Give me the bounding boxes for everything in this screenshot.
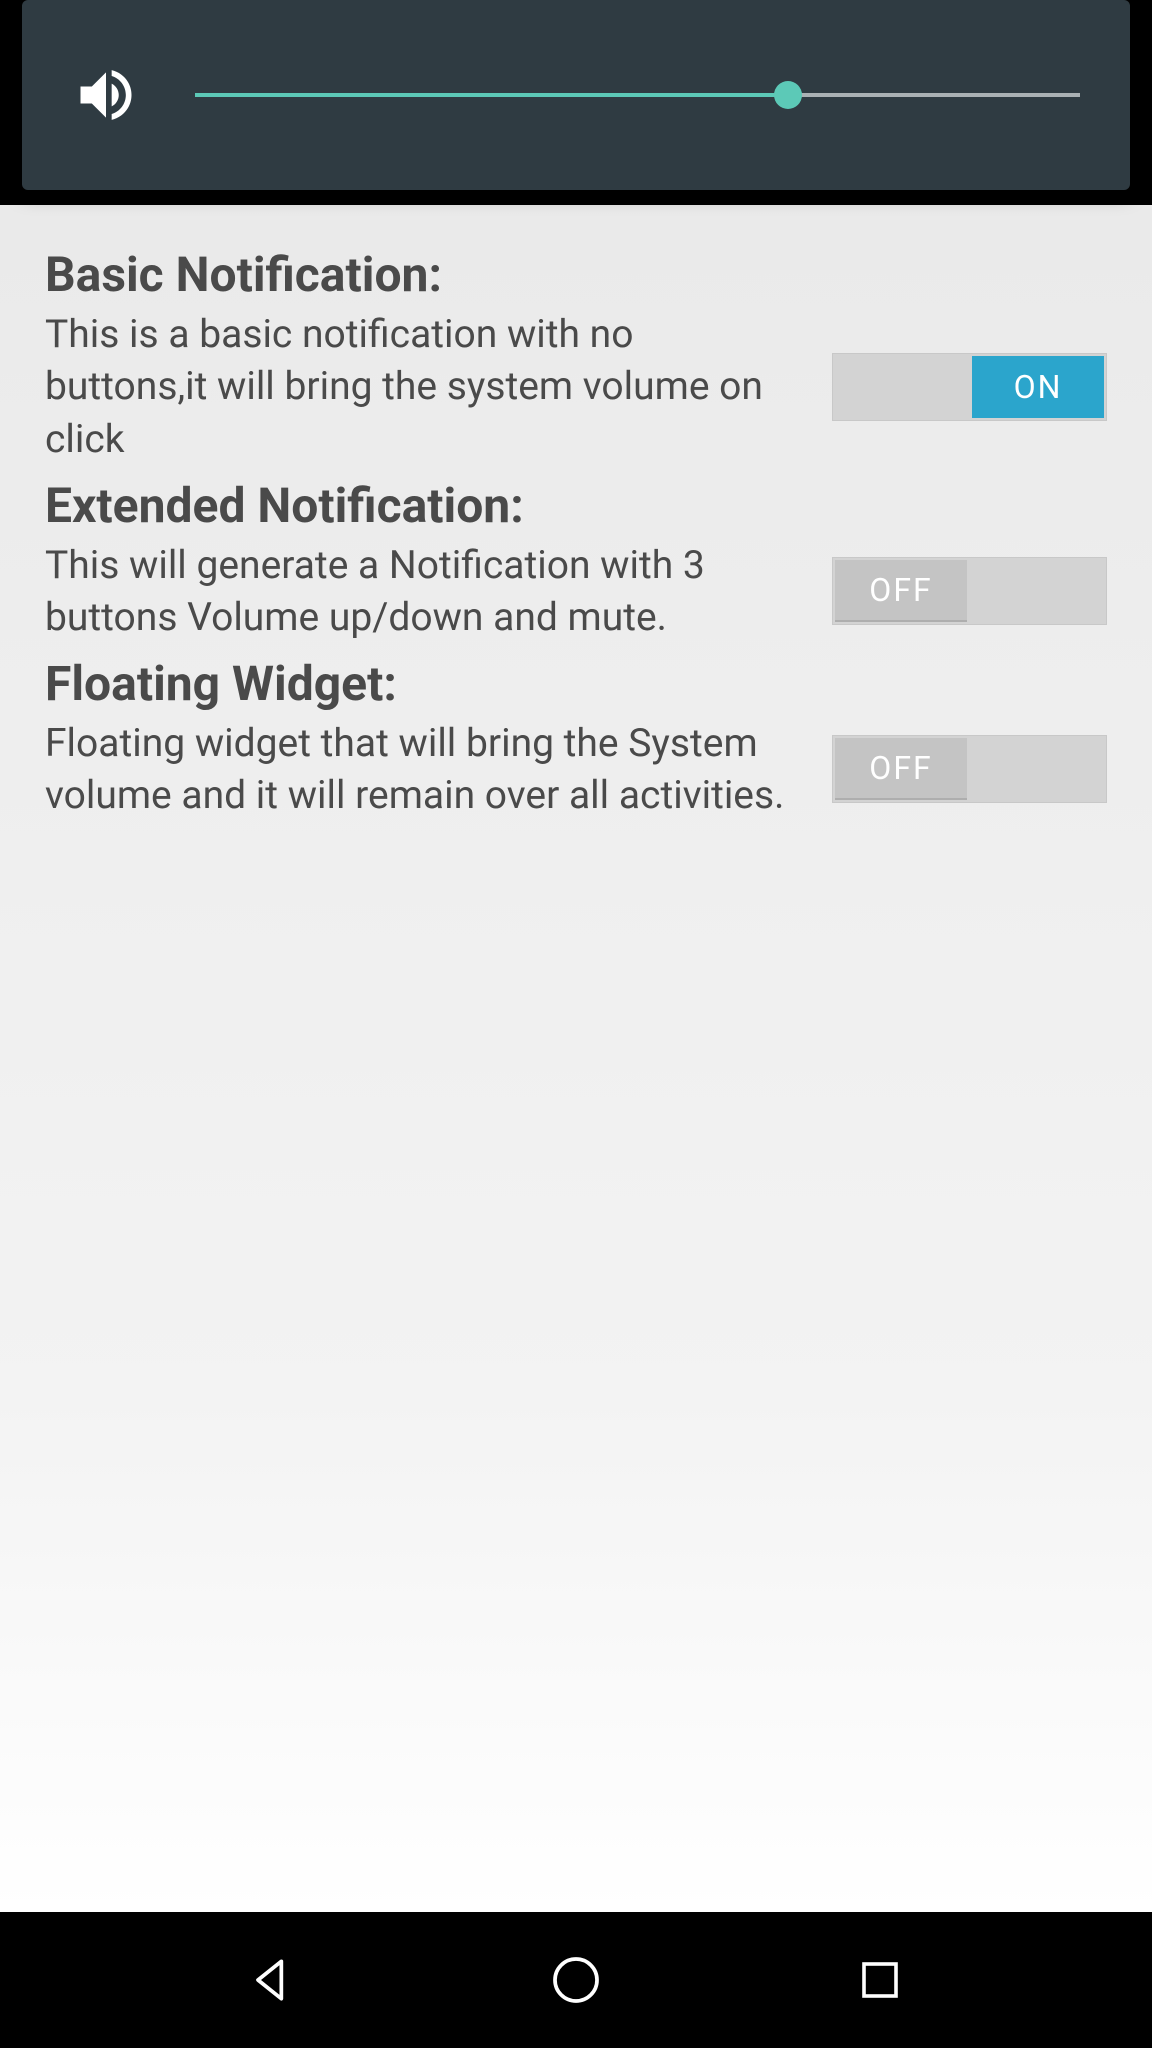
toggle-extended-notification[interactable]: OFF <box>832 557 1107 625</box>
toggle-label: ON <box>972 356 1104 418</box>
toggle-floating-widget[interactable]: OFF <box>832 735 1107 803</box>
volume-panel <box>22 0 1130 190</box>
volume-slider[interactable] <box>195 93 1080 97</box>
volume-icon <box>72 61 140 129</box>
toggle-label: OFF <box>835 738 967 800</box>
back-button[interactable] <box>237 1945 307 2015</box>
navigation-bar <box>0 1912 1152 2048</box>
settings-content: Basic Notification: This is a basic noti… <box>0 205 1152 1912</box>
setting-extended-notification: Extended Notification: This will generat… <box>45 474 1107 644</box>
setting-description: Floating widget that will bring the Syst… <box>45 717 785 822</box>
setting-title: Floating Widget: <box>45 652 1107 717</box>
home-button[interactable] <box>541 1945 611 2015</box>
setting-title: Basic Notification: <box>45 243 1107 308</box>
toggle-basic-notification[interactable]: ON <box>832 353 1107 421</box>
recent-apps-button[interactable] <box>845 1945 915 2015</box>
setting-title: Extended Notification: <box>45 474 1107 539</box>
toggle-label: OFF <box>835 560 967 622</box>
setting-basic-notification: Basic Notification: This is a basic noti… <box>45 243 1107 466</box>
setting-description: This is a basic notification with no but… <box>45 308 785 466</box>
setting-floating-widget: Floating Widget: Floating widget that wi… <box>45 652 1107 822</box>
setting-description: This will generate a Notification with 3… <box>45 539 785 644</box>
